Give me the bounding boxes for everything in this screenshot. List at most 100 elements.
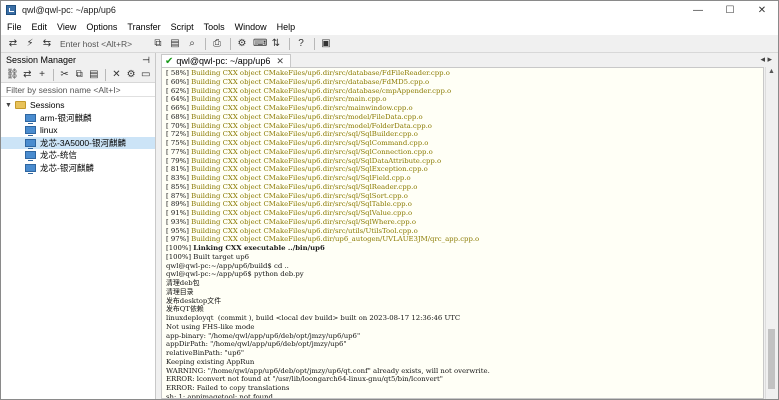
terminal-line-text: Building CXX object CMakeFiles/up6.dir/s… bbox=[191, 156, 442, 165]
terminal-line: 发布desktop文件 bbox=[166, 297, 763, 306]
progress-percent: [ 62%] bbox=[166, 86, 192, 95]
menu-file[interactable]: File bbox=[7, 22, 22, 32]
progress-percent: [ 97%] bbox=[166, 235, 192, 244]
session-tab[interactable]: ✔ qwl@qwl-pc: ~/app/up6 ✕ bbox=[161, 54, 291, 67]
print-icon[interactable]: ⎙ bbox=[211, 38, 223, 50]
close-button[interactable]: ✕ bbox=[746, 1, 778, 19]
terminal-output[interactable]: [ 58%] Building CXX object CMakeFiles/up… bbox=[161, 67, 764, 399]
window-title: qwl@qwl-pc: ~/app/up6 bbox=[22, 5, 116, 15]
terminal-line-text: Building CXX object CMakeFiles/up6.dir/u… bbox=[191, 235, 480, 244]
connect-session-icon[interactable]: ⇄ bbox=[22, 69, 33, 81]
keymap-icon[interactable]: ⌨ bbox=[253, 38, 267, 50]
properties-icon[interactable]: ⚙ bbox=[126, 69, 137, 81]
new-session-icon[interactable]: + bbox=[37, 69, 48, 81]
paste-icon[interactable]: ▤ bbox=[169, 38, 181, 50]
menu-window[interactable]: Window bbox=[235, 22, 267, 32]
terminal-line: [ 75%] Building CXX object CMakeFiles/up… bbox=[166, 139, 763, 148]
progress-percent: [ 81%] bbox=[166, 165, 192, 174]
terminal-line: [ 68%] Building CXX object CMakeFiles/up… bbox=[166, 113, 763, 122]
new-folder-icon[interactable]: ▭ bbox=[140, 69, 151, 81]
progress-percent: [ 77%] bbox=[166, 147, 192, 156]
connected-check-icon: ✔ bbox=[165, 55, 174, 67]
terminal-scrollbar[interactable]: ▲ bbox=[765, 67, 777, 399]
menu-tools[interactable]: Tools bbox=[204, 22, 225, 32]
menu-options[interactable]: Options bbox=[86, 22, 117, 32]
copy-icon[interactable]: ⧉ bbox=[152, 38, 164, 50]
minimize-button[interactable]: — bbox=[682, 1, 714, 19]
screenshot-icon[interactable]: ▣ bbox=[320, 38, 332, 50]
connect-icon[interactable]: ⇄ bbox=[7, 38, 19, 50]
connect-tab-icon[interactable]: ⇆ bbox=[41, 38, 53, 50]
terminal-line: ERROR: Failed to copy translations bbox=[166, 384, 763, 393]
terminal-line: [ 64%] Building CXX object CMakeFiles/up… bbox=[166, 95, 763, 104]
scrollbar-thumb[interactable] bbox=[768, 329, 775, 389]
terminal-line: [ 72%] Building CXX object CMakeFiles/up… bbox=[166, 130, 763, 139]
terminal-line: ERROR: lconvert not found at "/usr/lib/l… bbox=[166, 375, 763, 384]
sftp-icon[interactable]: ⇅ bbox=[270, 38, 282, 50]
terminal-line-text: Building CXX object CMakeFiles/up6.dir/s… bbox=[191, 191, 408, 200]
help-icon[interactable]: ? bbox=[295, 38, 307, 50]
progress-percent: [ 95%] bbox=[166, 226, 192, 235]
terminal-line: [ 62%] Building CXX object CMakeFiles/up… bbox=[166, 87, 763, 96]
terminal-line-text: WARNING: "/home/qwl/app/up6/deb/opt/jmzy… bbox=[166, 366, 490, 375]
tree-session-item[interactable]: linux bbox=[1, 124, 155, 137]
host-input[interactable]: Enter host <Alt+R> bbox=[60, 39, 142, 49]
delete-icon[interactable]: ✕ bbox=[111, 69, 122, 81]
tree-label: Sessions bbox=[30, 100, 65, 111]
session-tree: ▼ Sessions arm-银河麒麟 linux 龙芯-3A5000-银河麒麟 bbox=[1, 97, 155, 174]
terminal-line-text: relativeBinPath: "up6" bbox=[166, 349, 245, 357]
menu-bar: File Edit View Options Transfer Script T… bbox=[1, 19, 778, 35]
progress-percent: [ 60%] bbox=[166, 77, 192, 86]
paste-session-icon[interactable]: ▤ bbox=[89, 69, 100, 81]
tree-session-item[interactable]: 龙芯-银河麒麟 bbox=[1, 162, 155, 175]
terminal-line: [ 93%] Building CXX object CMakeFiles/up… bbox=[166, 218, 763, 227]
session-filter-input[interactable]: Filter by session name <Alt+I> bbox=[1, 83, 155, 97]
progress-percent: [ 93%] bbox=[166, 217, 192, 226]
menu-view[interactable]: View bbox=[57, 22, 76, 32]
tab-close-icon[interactable]: ✕ bbox=[276, 56, 284, 67]
collapse-icon[interactable]: ▼ bbox=[5, 102, 15, 109]
tab-scroll-icon[interactable]: ◂ ▸ bbox=[760, 54, 772, 65]
session-manager-panel: Session Manager ⊣ ⛓ ⇄ + ✂ ⧉ ▤ ✕ ⚙ ▭ Filt… bbox=[1, 53, 156, 399]
terminal-line-text: Built target up6 bbox=[193, 252, 250, 261]
terminal-line: relativeBinPath: "up6" bbox=[166, 349, 763, 358]
terminal-line-text: Building CXX object CMakeFiles/up6.dir/s… bbox=[191, 121, 432, 130]
menu-script[interactable]: Script bbox=[171, 22, 194, 32]
scroll-up-icon[interactable]: ▲ bbox=[766, 67, 777, 77]
find-icon[interactable]: ⌕ bbox=[186, 38, 198, 50]
progress-percent: [ 72%] bbox=[166, 130, 192, 139]
terminal-line: [ 60%] Building CXX object CMakeFiles/up… bbox=[166, 78, 763, 87]
tree-session-item[interactable]: 龙芯-统信 bbox=[1, 149, 155, 162]
window-controls: — ☐ ✕ bbox=[682, 1, 778, 19]
menu-edit[interactable]: Edit bbox=[32, 22, 48, 32]
cut-icon[interactable]: ✂ bbox=[59, 69, 70, 81]
copy-session-icon[interactable]: ⧉ bbox=[74, 69, 85, 81]
monitor-icon bbox=[25, 151, 36, 162]
toolbar-separator bbox=[205, 37, 206, 50]
terminal-line-text: Building CXX object CMakeFiles/up6.dir/s… bbox=[191, 130, 418, 139]
quick-connect-icon[interactable]: ⚡ bbox=[24, 38, 36, 50]
progress-percent: [100%] bbox=[166, 252, 194, 261]
terminal-line-text: appDirPath: "/home/qwl/app/up6/deb/opt/j… bbox=[166, 340, 347, 349]
settings-icon[interactable]: ⚙ bbox=[236, 38, 248, 50]
progress-percent: [ 89%] bbox=[166, 200, 192, 209]
monitor-icon bbox=[25, 138, 36, 149]
terminal-line: linuxdeployqt (commit ), build <local de… bbox=[166, 314, 763, 323]
terminal-line-text: Building CXX object CMakeFiles/up6.dir/s… bbox=[191, 209, 413, 217]
tree-folder-sessions[interactable]: ▼ Sessions bbox=[1, 99, 155, 112]
menu-transfer[interactable]: Transfer bbox=[127, 22, 160, 32]
tree-session-item[interactable]: arm-银河麒麟 bbox=[1, 112, 155, 125]
terminal-line: [ 85%] Building CXX object CMakeFiles/up… bbox=[166, 183, 763, 192]
toolbar-separator bbox=[289, 37, 290, 50]
terminal-line: 清理目录 bbox=[166, 288, 763, 297]
terminal-line: [100%] Built target up6 bbox=[166, 253, 763, 262]
tree-session-item-selected[interactable]: 龙芯-3A5000-银河麒麟 bbox=[1, 136, 155, 149]
link-icon[interactable]: ⛓ bbox=[6, 69, 19, 81]
progress-percent: [ 79%] bbox=[166, 156, 192, 165]
pin-icon[interactable]: ⊣ bbox=[142, 55, 150, 66]
menu-help[interactable]: Help bbox=[277, 22, 296, 32]
terminal-line-text: Not using FHS-like mode bbox=[166, 322, 255, 331]
progress-percent: [ 87%] bbox=[166, 191, 192, 200]
terminal-line: [ 66%] Building CXX object CMakeFiles/up… bbox=[166, 104, 763, 113]
maximize-button[interactable]: ☐ bbox=[714, 1, 746, 19]
